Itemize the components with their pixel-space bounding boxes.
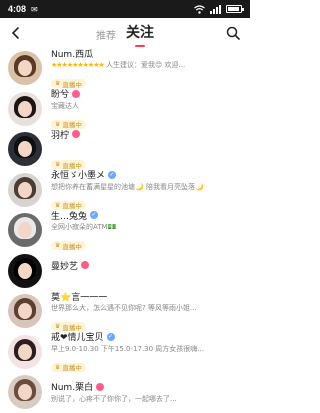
avatar[interactable] (8, 294, 42, 329)
list-item[interactable]: 永恒ゞ小墨メ ✓ 想把你养在蓄满星星的池塘🌙 陪我看月亮坠落🌙 ♛ 直播中 (0, 170, 250, 210)
follow-list: Num.西瓜 ★★★★★★★★★★ 人生建议：爱我😊 欢迎... ♛ 直播中 盼兮 宝藏达… (0, 48, 250, 413)
avatar[interactable] (8, 132, 42, 167)
avatar[interactable] (8, 213, 42, 248)
list-item[interactable]: 戒❤情儿宝贝 ✓ 早上9.0-10.30 下午15.0-17.30 周方女孩很嗨..… (0, 332, 250, 373)
crown-icon: ♛ (55, 120, 61, 128)
search-icon (226, 26, 240, 40)
verified-icon: ✓ (106, 332, 115, 341)
crown-icon: ♛ (55, 242, 61, 250)
user-name: Num.西瓜 (51, 49, 94, 60)
chevron-left-icon (11, 27, 19, 39)
tab-follow[interactable]: 关注 (126, 22, 154, 47)
vip-badge-icon (96, 382, 105, 391)
list-item[interactable]: 羽柠 ♛ 直播中 (0, 129, 250, 170)
crown-icon: ♛ (55, 323, 61, 331)
signature-text: 别说了，心疼不了你你了，一起哪去了... (51, 394, 177, 403)
avatar[interactable] (8, 91, 42, 126)
list-item[interactable]: 莫⭐言一一一 世界那么大，怎么遇不见你呢? 等风等雨小姐... ♛ 直播中 (0, 291, 250, 332)
status-time: 4:08 (8, 4, 27, 14)
avatar[interactable] (8, 253, 42, 288)
signature-text: 早上9.0-10.30 下午15.0-17.30 周方女孩很嗨... (51, 344, 204, 353)
list-item[interactable]: 盼兮 宝藏达人 ♛ 直播中 (0, 89, 250, 129)
user-name: Num.栗白 (51, 383, 94, 394)
crown-icon: ♛ (55, 201, 61, 209)
user-name: 羽柠 (51, 130, 70, 141)
search-button[interactable] (226, 25, 242, 41)
live-status-label: 直播中 (62, 242, 82, 251)
live-status-badge[interactable]: ♛ 直播中 (51, 362, 86, 373)
signal-icon (210, 4, 221, 14)
tab-recommend[interactable]: 推荐 (96, 27, 116, 44)
user-name: 戒❤情儿宝贝 (51, 333, 104, 344)
live-status-badge[interactable]: ♛ 直播中 (51, 241, 86, 251)
signature-text: 人生建议：爱我😊 欢迎... (106, 61, 186, 70)
user-signature (51, 141, 236, 151)
star-rating: ★★★★★★★★★★ (51, 61, 105, 70)
user-signature: 世界那么大，怎么遇不见你呢? 等风等雨小姐... (51, 303, 236, 313)
user-name: 莫⭐言一一一 (51, 292, 108, 303)
verified-icon: ✓ (108, 170, 117, 179)
vip-badge-icon (81, 261, 90, 270)
crown-icon: ♛ (55, 363, 61, 371)
avatar[interactable] (8, 51, 42, 86)
user-name: 永恒ゞ小墨メ (51, 171, 106, 182)
user-name: 曼妙艺 (51, 261, 79, 272)
user-signature: 全网小寂朵的ATM💵 (51, 222, 236, 232)
list-item[interactable]: Num.西瓜 ★★★★★★★★★★ 人生建议：爱我😊 欢迎... ♛ 直播中 (0, 48, 250, 89)
user-name: 生…兔兔 (51, 211, 88, 222)
signature-text: 全网小寂朵的ATM💵 (51, 223, 117, 232)
list-item[interactable]: Num.栗白 别说了，心疼不了你你了，一起哪去了... (0, 372, 250, 413)
avatar[interactable] (8, 375, 42, 410)
list-item[interactable]: 生…兔兔 ✓ 全网小寂朵的ATM💵 ♛ 直播中 (0, 210, 250, 251)
user-signature: 早上9.0-10.30 下午15.0-17.30 周方女孩很嗨... (51, 344, 236, 354)
status-bar: 4:08 ✉ (0, 0, 250, 18)
signature-text: 世界那么大，怎么遇不见你呢? 等风等雨小姐... (51, 304, 197, 313)
top-nav: 推荐 关注 (0, 18, 250, 48)
back-button[interactable] (8, 25, 22, 41)
user-signature: 宝藏达人 (51, 101, 236, 111)
crown-icon: ♛ (55, 161, 61, 169)
user-signature: 别说了，心疼不了你你了，一起哪去了... (51, 394, 236, 404)
live-status-label: 直播中 (62, 364, 82, 373)
user-name: 盼兮 (51, 90, 70, 101)
list-item[interactable]: 曼妙艺 (0, 251, 250, 292)
user-signature: ★★★★★★★★★★ 人生建议：爱我😊 欢迎... (51, 60, 236, 70)
wifi-icon (194, 4, 205, 14)
user-signature (51, 272, 236, 282)
battery-icon (226, 5, 244, 13)
mail-icon: ✉ (31, 4, 38, 14)
crown-icon: ♛ (55, 80, 61, 88)
verified-icon: ✓ (90, 211, 99, 220)
signature-text: 想把你养在蓄满星星的池塘🌙 陪我看月亮坠落🌙 (51, 182, 204, 191)
user-signature: 想把你养在蓄满星星的池塘🌙 陪我看月亮坠落🌙 (51, 182, 236, 192)
avatar[interactable] (8, 334, 42, 369)
avatar[interactable] (8, 172, 42, 207)
signature-text: 宝藏达人 (51, 101, 79, 110)
vip-badge-icon (72, 130, 81, 139)
vip-badge-icon (72, 89, 81, 98)
